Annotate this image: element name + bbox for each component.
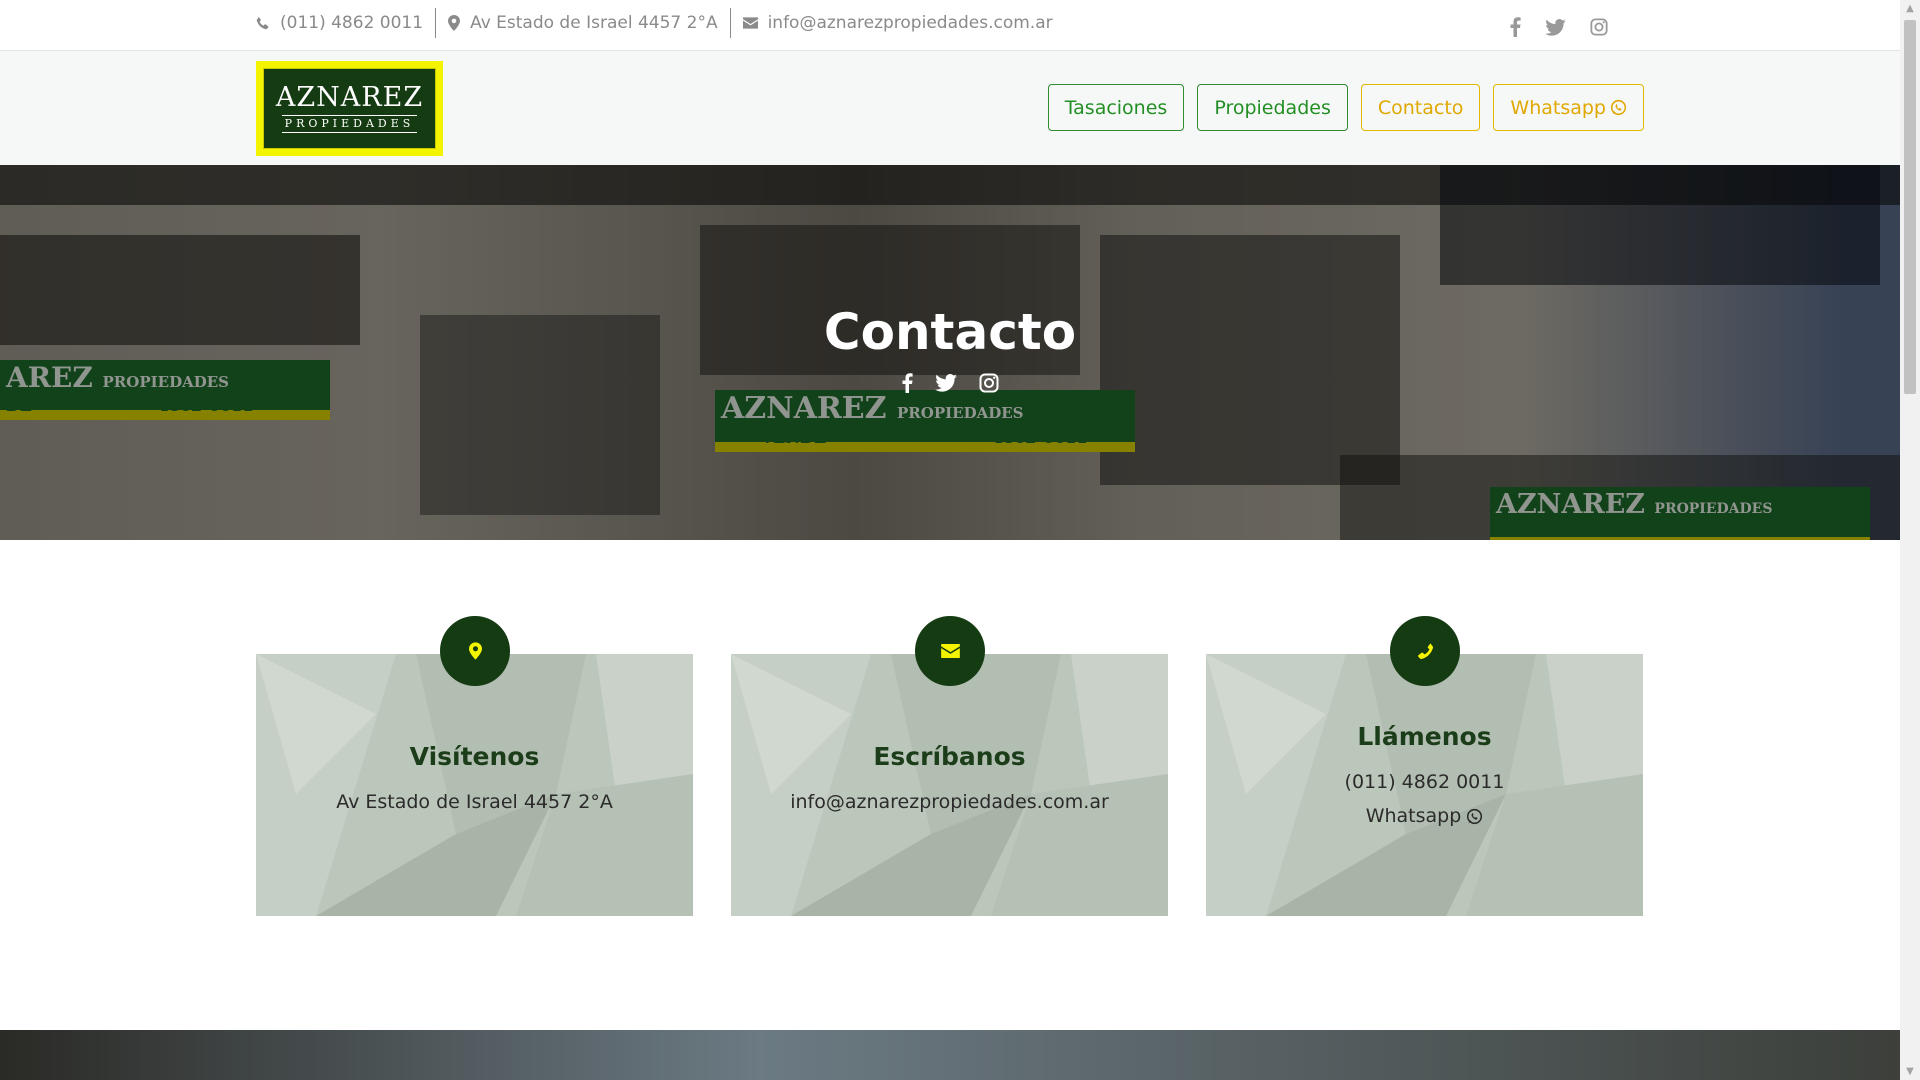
page-scrollbar[interactable]: ▲ ▼ [1900,0,1920,1080]
phone-icon [256,16,270,30]
envelope-icon [742,17,758,29]
card-content: Escríbanos info@aznarezpropiedades.com.a… [731,742,1168,813]
contact-cards: Visítenos Av Estado de Israel 4457 2°A E… [256,616,1644,916]
card-write: Escríbanos info@aznarezpropiedades.com.a… [731,616,1168,916]
scroll-down-arrow-icon[interactable]: ▼ [1900,1063,1920,1080]
phone-icon [1416,642,1434,660]
card-address[interactable]: Av Estado de Israel 4457 2°A [256,791,693,813]
scroll-up-arrow-icon[interactable]: ▲ [1900,0,1920,17]
card-phone[interactable]: (011) 4862 0011 [1206,771,1643,793]
card-icon-badge [440,616,510,686]
map-marker-icon [468,642,482,660]
top-email-text: info@aznarezpropiedades.com.ar [767,13,1053,33]
card-whatsapp-label: Whatsapp [1365,805,1462,827]
facebook-icon[interactable] [1510,17,1521,37]
top-email[interactable]: info@aznarezpropiedades.com.ar [731,8,1065,38]
top-social-links [1510,10,1608,44]
main-navbar: AZNAREZ PROPIEDADES Tasaciones Propiedad… [0,51,1900,165]
top-address-text: Av Estado de Israel 4457 2°A [470,13,718,33]
nav-tasaciones-button[interactable]: Tasaciones [1047,84,1185,131]
twitter-icon[interactable] [1545,18,1566,36]
card-icon-badge [915,616,985,686]
nav-whatsapp-button[interactable]: Whatsapp [1493,84,1644,131]
top-address[interactable]: Av Estado de Israel 4457 2°A [436,8,730,38]
instagram-icon[interactable] [1590,18,1608,36]
top-phone-text: (011) 4862 0011 [280,13,424,33]
card-icon-badge [1390,616,1460,686]
logo[interactable]: AZNAREZ PROPIEDADES [256,61,443,156]
card-content: Visítenos Av Estado de Israel 4457 2°A [256,742,693,813]
hero-banner: AREZ PROPIEDADES DE 4862-0011 AZNAREZ PR… [0,165,1900,540]
card-title: Llámenos [1357,722,1492,751]
nav-propiedades-button[interactable]: Propiedades [1197,84,1348,131]
card-title: Visítenos [409,742,540,771]
next-section-image [0,1030,1900,1080]
card-title: Escríbanos [873,742,1026,771]
page-title: Contacto [823,303,1077,361]
whatsapp-icon [1610,99,1627,116]
map-marker-icon [448,15,461,31]
contact-info: (011) 4862 0011 Av Estado de Israel 4457… [256,0,1065,46]
top-info-bar: (011) 4862 0011 Av Estado de Israel 4457… [0,0,1900,51]
card-content: Llámenos (011) 4862 0011 Whatsapp [1206,722,1643,827]
hero-social-links [0,373,1900,393]
card-email[interactable]: info@aznarezpropiedades.com.ar [731,791,1168,813]
card-whatsapp-link[interactable]: Whatsapp [1206,805,1643,827]
logo-sub-text: PROPIEDADES [281,115,418,133]
top-phone[interactable]: (011) 4862 0011 [256,8,435,38]
nav-whatsapp-label: Whatsapp [1510,96,1606,119]
card-visit: Visítenos Av Estado de Israel 4457 2°A [256,616,693,916]
card-call: Llámenos (011) 4862 0011 Whatsapp [1206,616,1643,916]
nav-contacto-button[interactable]: Contacto [1360,84,1481,131]
instagram-icon[interactable] [979,373,999,393]
whatsapp-icon [1466,808,1483,825]
nav-menu: Tasaciones Propiedades Contacto Whatsapp [1047,84,1644,131]
facebook-icon[interactable] [902,373,913,393]
scroll-thumb[interactable] [1904,20,1916,394]
twitter-icon[interactable] [934,373,957,393]
envelope-icon [940,644,960,658]
logo-main-text: AZNAREZ [275,82,424,114]
logo-mark: AZNAREZ PROPIEDADES [263,68,436,149]
